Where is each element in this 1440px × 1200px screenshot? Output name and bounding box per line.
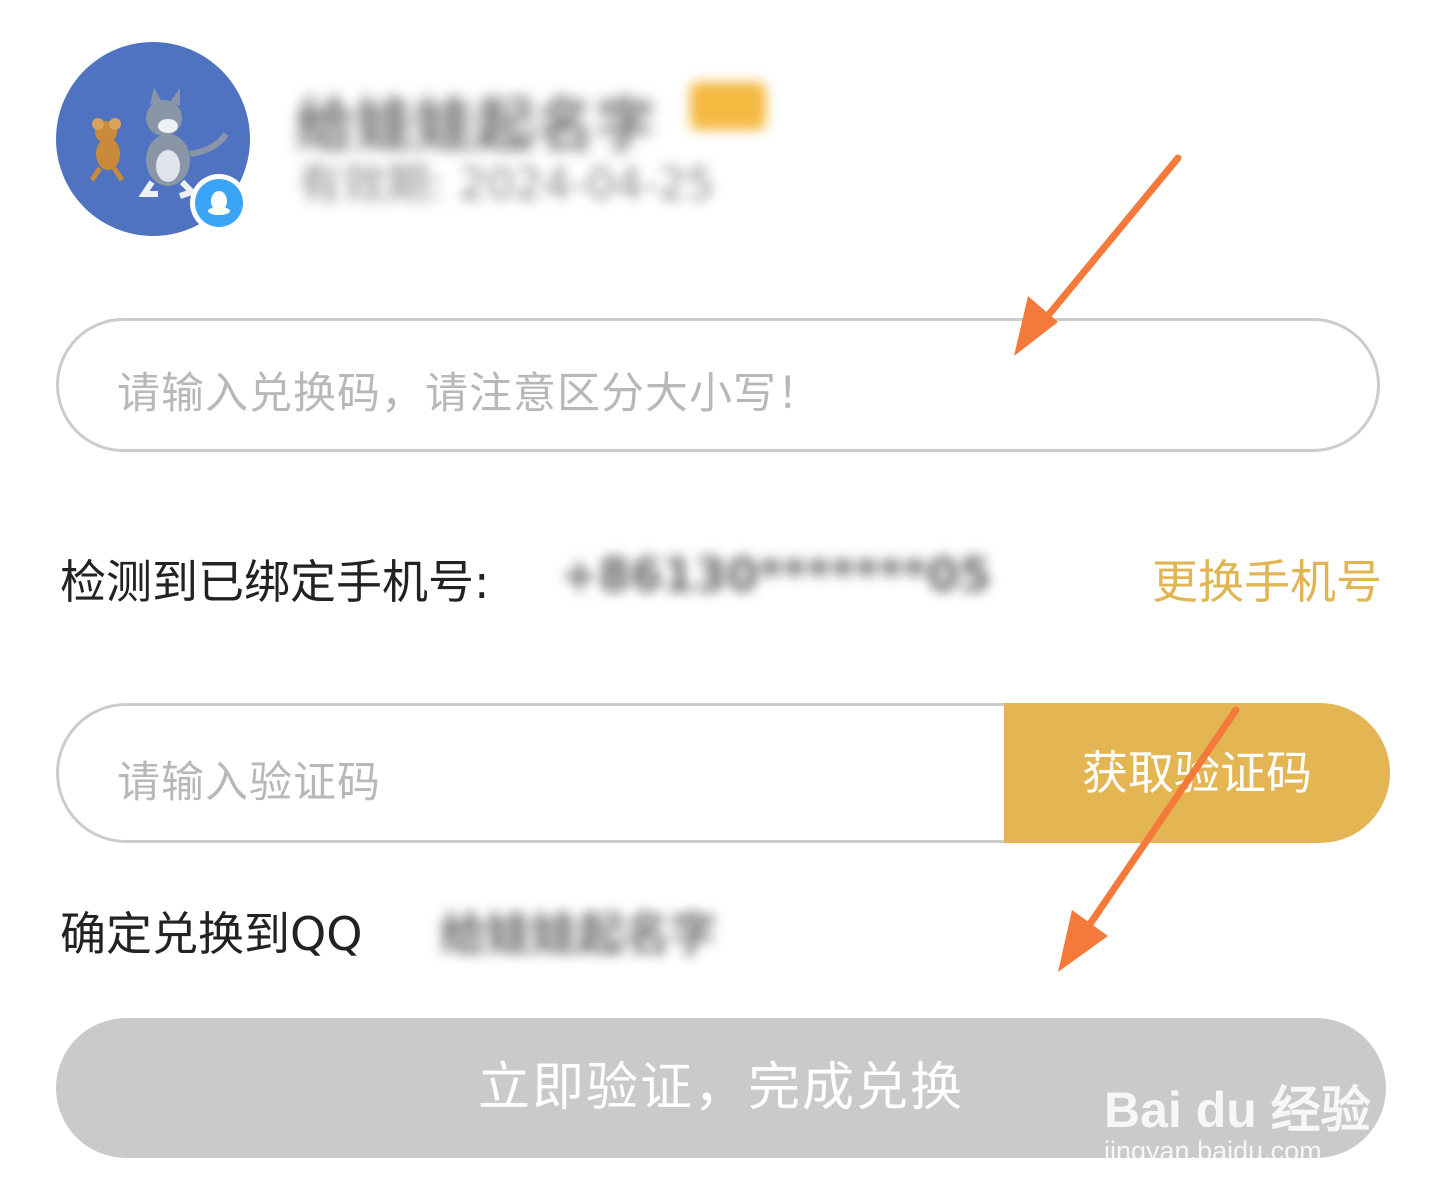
confirm-target-label: 确定兑换到QQ	[60, 907, 363, 961]
bound-phone-value: +86130*******05	[560, 548, 991, 602]
vip-crown-icon	[690, 82, 766, 130]
redeem-code-placeholder: 请输入兑换码，请注意区分大小写！	[117, 369, 821, 419]
qq-penguin-icon	[208, 191, 230, 215]
verification-code-row: 请输入验证码 获取验证码	[56, 703, 1390, 843]
qq-badge	[190, 174, 248, 232]
baidu-jingyan-watermark: Bai du 经验 jingyan.baidu.com	[1104, 1040, 1374, 1170]
watermark-url: jingyan.baidu.com	[1104, 1136, 1322, 1166]
profile-validity: 有效期: 2024-04-25	[298, 159, 715, 210]
get-code-button[interactable]: 获取验证码	[1004, 703, 1390, 843]
change-phone-link[interactable]: 更换手机号	[1152, 546, 1382, 612]
confirm-target-name: 给娃娃起名字	[440, 907, 716, 961]
verification-code-input[interactable]: 请输入验证码	[56, 703, 1056, 843]
watermark-brand: Bai du 经验	[1104, 1082, 1371, 1138]
verification-code-placeholder: 请输入验证码	[117, 758, 381, 808]
redeem-page: 给娃娃起名字 有效期: 2024-04-25 请输入兑换码，请注意区分大小写！ …	[0, 0, 1440, 1200]
redeem-code-input[interactable]: 请输入兑换码，请注意区分大小写！	[56, 318, 1380, 452]
bound-phone-label: 检测到已绑定手机号:	[60, 555, 490, 609]
